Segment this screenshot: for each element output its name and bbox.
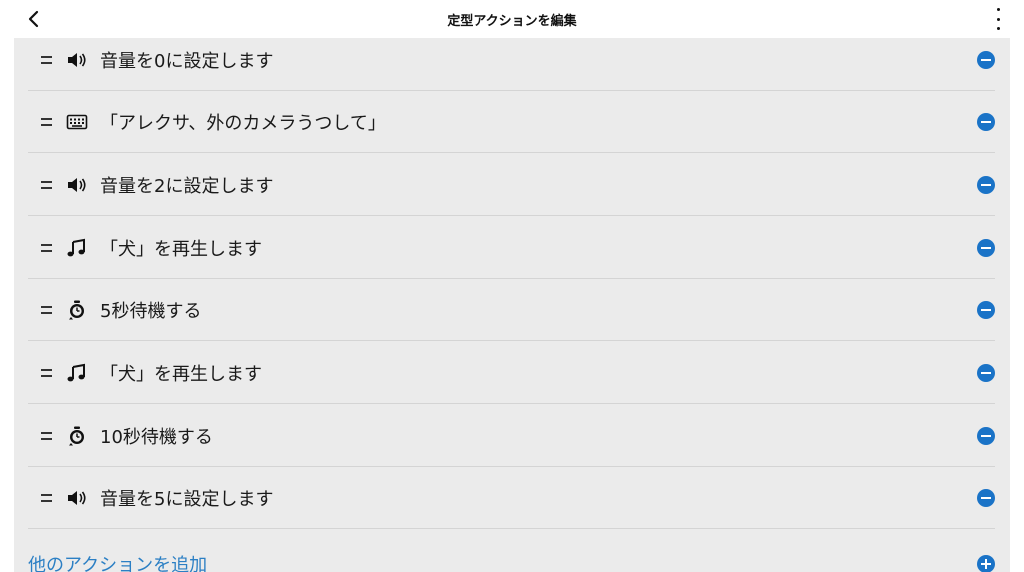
action-row[interactable]: 音量を0に設定します xyxy=(28,38,1010,91)
keyboard-icon xyxy=(66,111,88,133)
drag-handle-icon[interactable] xyxy=(41,118,53,126)
drag-handle-icon[interactable] xyxy=(41,244,53,252)
speaker-icon xyxy=(66,174,88,196)
drag-handle-icon[interactable] xyxy=(41,56,53,64)
action-label: 音量を5に設定します xyxy=(100,489,274,510)
action-row[interactable]: 音量を5に設定します xyxy=(28,467,1010,529)
action-row[interactable]: 5秒待機する xyxy=(28,279,1010,341)
action-label: 5秒待機する xyxy=(100,301,202,322)
row-divider xyxy=(28,403,995,404)
timer-icon xyxy=(66,425,88,447)
action-row[interactable]: 音量を2に設定します xyxy=(28,154,1010,216)
action-row[interactable]: 「アレクサ、外のカメラうつして」 xyxy=(28,91,1010,153)
action-label: 音量を0に設定します xyxy=(100,51,274,72)
action-label: 「犬」を再生します xyxy=(100,364,262,385)
drag-handle-icon[interactable] xyxy=(41,494,53,502)
remove-action-button[interactable] xyxy=(977,427,995,445)
action-row[interactable]: 10秒待機する xyxy=(28,405,1010,467)
row-divider xyxy=(28,152,995,153)
action-label: 10秒待機する xyxy=(100,427,213,448)
action-list-panel: 音量を0に設定します 「アレクサ、外のカメラうつして」 音量を2に設定します 「… xyxy=(14,38,1010,572)
row-divider xyxy=(28,528,995,529)
remove-action-button[interactable] xyxy=(977,239,995,257)
drag-handle-icon[interactable] xyxy=(41,181,53,189)
drag-handle-icon[interactable] xyxy=(41,306,53,314)
add-action-row[interactable]: 他のアクションを追加 xyxy=(28,543,1010,572)
top-bar: 定型アクションを編集 xyxy=(0,0,1024,38)
remove-action-button[interactable] xyxy=(977,364,995,382)
action-label: 「犬」を再生します xyxy=(100,239,262,260)
remove-action-button[interactable] xyxy=(977,113,995,131)
action-label: 音量を2に設定します xyxy=(100,176,274,197)
add-action-button[interactable] xyxy=(977,555,995,572)
drag-handle-icon[interactable] xyxy=(41,432,53,440)
more-options-button[interactable] xyxy=(992,8,1004,30)
timer-icon xyxy=(66,299,88,321)
action-label: 「アレクサ、外のカメラうつして」 xyxy=(100,113,386,134)
speaker-icon xyxy=(66,487,88,509)
speaker-icon xyxy=(66,49,88,71)
row-divider xyxy=(28,340,995,341)
row-divider xyxy=(28,215,995,216)
action-row[interactable]: 「犬」を再生します xyxy=(28,217,1010,279)
drag-handle-icon[interactable] xyxy=(41,369,53,377)
music-note-icon xyxy=(66,362,88,384)
remove-action-button[interactable] xyxy=(977,176,995,194)
more-options-icon xyxy=(996,8,1000,11)
add-action-link[interactable]: 他のアクションを追加 xyxy=(28,551,207,572)
page-title: 定型アクションを編集 xyxy=(447,14,577,29)
remove-action-button[interactable] xyxy=(977,301,995,319)
action-row[interactable]: 「犬」を再生します xyxy=(28,342,1010,404)
remove-action-button[interactable] xyxy=(977,51,995,69)
music-note-icon xyxy=(66,237,88,259)
remove-action-button[interactable] xyxy=(977,489,995,507)
